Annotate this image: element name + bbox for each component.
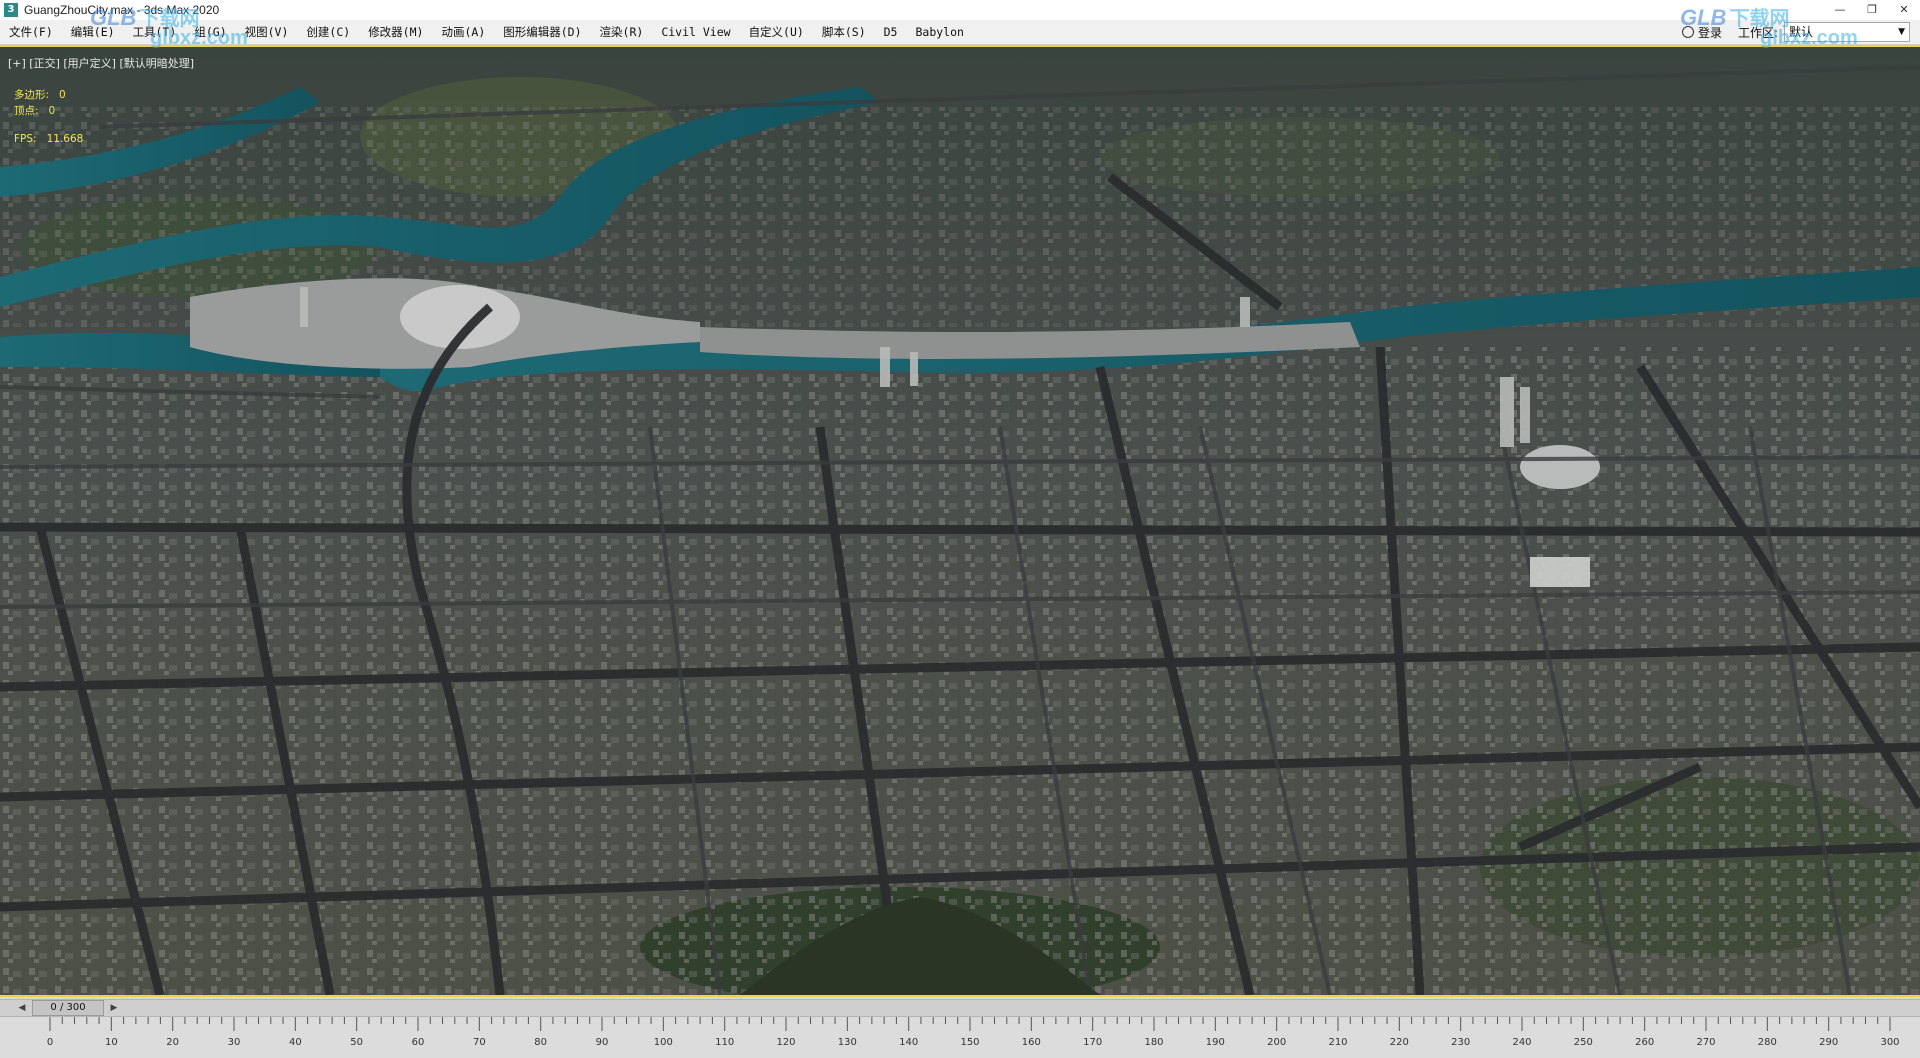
city-scene-render xyxy=(0,47,1920,995)
ruler-tick-label: 150 xyxy=(960,1037,980,1048)
menu-scripting[interactable]: 脚本(S) xyxy=(813,20,875,44)
frame-display: 0 / 300 xyxy=(50,1002,86,1013)
polygons-value: 0 xyxy=(59,89,66,101)
time-slider[interactable]: ◀ 0 / 300 ▶ xyxy=(0,999,1920,1017)
perspective-viewport[interactable]: [+] [正交] [用户定义] [默认明暗处理] 多边形: 0 顶点: 0 FP… xyxy=(0,45,1920,997)
polygons-label: 多边形: xyxy=(14,89,50,101)
menu-customize[interactable]: 自定义(U) xyxy=(740,20,813,44)
menu-civil-view[interactable]: Civil View xyxy=(652,20,739,44)
ruler-tick-label: 40 xyxy=(288,1037,302,1048)
timeline-panel: ◀ 0 / 300 ▶ 0 10 20 30 40 50 60 70 80 90 100 110 120… xyxy=(0,997,1920,1058)
menu-d5[interactable]: D5 xyxy=(875,20,907,44)
viewport-label[interactable]: [+] [正交] [用户定义] [默认明暗处理] xyxy=(8,55,194,71)
ruler-tick-label: 240 xyxy=(1512,1037,1532,1048)
ruler-tick-label: 10 xyxy=(104,1037,118,1048)
ruler-tick-label: 110 xyxy=(715,1037,735,1048)
ruler-tick-label: 60 xyxy=(411,1037,425,1048)
menu-rendering[interactable]: 渲染(R) xyxy=(591,20,653,44)
watermark-url: glbxz.com xyxy=(150,27,248,49)
menu-animation[interactable]: 动画(A) xyxy=(432,20,494,44)
ruler-tick-label: 30 xyxy=(227,1037,241,1048)
ruler-tick-label: 0 xyxy=(46,1037,54,1048)
track-bar-ruler[interactable]: 0 10 20 30 40 50 60 70 80 90 100 110 120 130 140 150 160… xyxy=(0,1017,1920,1058)
time-slider-handle[interactable]: 0 / 300 xyxy=(32,1000,104,1016)
ruler-tick-label: 170 xyxy=(1083,1037,1103,1048)
menu-create[interactable]: 创建(C) xyxy=(297,20,359,44)
ruler-tick-label: 270 xyxy=(1696,1037,1716,1048)
ruler-tick-label: 190 xyxy=(1205,1037,1225,1048)
vertices-value: 0 xyxy=(48,105,56,117)
chevron-down-icon: ▼ xyxy=(1898,27,1905,37)
ruler-tick-label: 290 xyxy=(1819,1037,1839,1048)
ruler-tick-label: 260 xyxy=(1635,1037,1655,1048)
watermark-brand: GLB xyxy=(1680,5,1727,30)
ruler-tick-label: 70 xyxy=(472,1037,486,1048)
title-bar: 3 GuangZhouCity.max - 3ds Max 2020 — ❐ ✕ xyxy=(0,0,1920,21)
ruler-tick-label: 160 xyxy=(1021,1037,1041,1048)
fps-stat: FPS: 11.668 xyxy=(14,131,83,147)
ruler-tick-label: 100 xyxy=(653,1037,673,1048)
watermark-top-left: GLB 下载网 glbxz.com xyxy=(90,2,248,50)
ruler-tick-label: 90 xyxy=(595,1037,609,1048)
viewport-stats: 多边形: 0 顶点: 0 FPS: 11.668 xyxy=(14,87,83,147)
ruler-tick-label: 210 xyxy=(1328,1037,1348,1048)
ruler-tick-label: 300 xyxy=(1880,1037,1900,1048)
fps-label: FPS: xyxy=(14,133,37,145)
vertices-stat: 顶点: 0 xyxy=(14,103,83,119)
ruler-tick-label: 50 xyxy=(350,1037,364,1048)
menu-bar: 文件(F) 编辑(E) 工具(T) 组(G) 视图(V) 创建(C) 修改器(M… xyxy=(0,20,1920,45)
menu-modifiers[interactable]: 修改器(M) xyxy=(359,20,432,44)
watermark-top-right: GLB 下载网 glbxz.com xyxy=(1680,2,1858,50)
ruler-tick-label: 140 xyxy=(899,1037,919,1048)
ruler-tick-label: 230 xyxy=(1451,1037,1471,1048)
menu-graph-editors[interactable]: 图形编辑器(D) xyxy=(494,20,590,44)
ruler-tick-label: 130 xyxy=(837,1037,857,1048)
restore-icon[interactable]: ❐ xyxy=(1856,0,1888,20)
vertices-label: 顶点: xyxy=(14,105,39,117)
watermark-url: glbxz.com xyxy=(1760,27,1858,49)
ruler-tick-label: 200 xyxy=(1267,1037,1287,1048)
chevron-left-icon[interactable]: ◀ xyxy=(14,1000,30,1016)
ruler-tick-label: 120 xyxy=(776,1037,796,1048)
fps-value: 11.668 xyxy=(46,133,84,145)
ruler-tick-label: 220 xyxy=(1389,1037,1409,1048)
ruler-tick-label: 280 xyxy=(1757,1037,1777,1048)
menu-babylon[interactable]: Babylon xyxy=(906,20,972,44)
chevron-right-icon[interactable]: ▶ xyxy=(106,1000,122,1016)
ruler-tick-label: 180 xyxy=(1144,1037,1164,1048)
menu-file[interactable]: 文件(F) xyxy=(0,20,62,44)
ruler-tick-label: 20 xyxy=(166,1037,180,1048)
ruler-tick-label: 250 xyxy=(1573,1037,1593,1048)
close-icon[interactable]: ✕ xyxy=(1888,0,1920,20)
3dsmax-app-icon[interactable]: 3 xyxy=(4,3,18,17)
watermark-brand: GLB xyxy=(90,5,137,30)
polygons-stat: 多边形: 0 xyxy=(14,87,83,103)
ruler-tick-label: 80 xyxy=(534,1037,548,1048)
ruler-tick-marks xyxy=(49,1017,1891,1031)
